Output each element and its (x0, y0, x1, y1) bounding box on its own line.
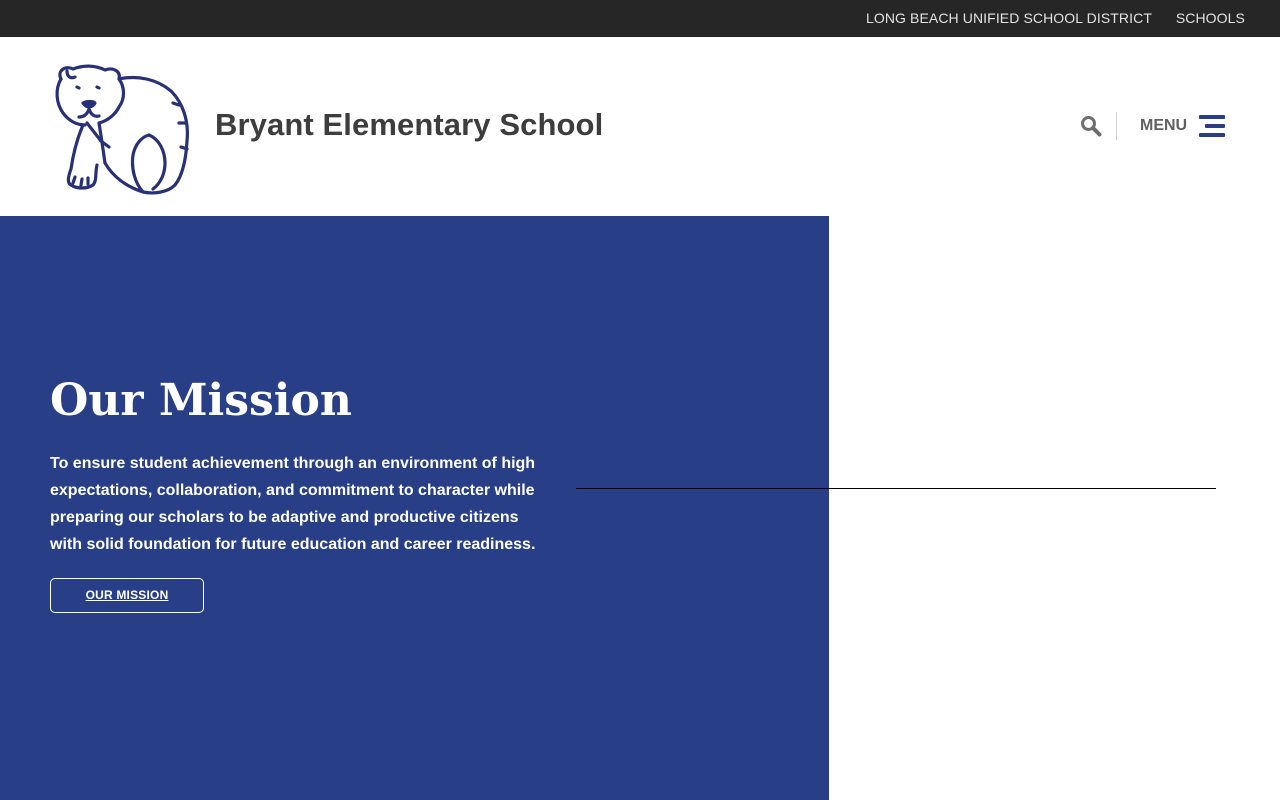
site-header: Bryant Elementary School MENU (0, 37, 1280, 216)
utility-bar: LONG BEACH UNIFIED SCHOOL DISTRICT SCHOO… (0, 0, 1280, 37)
district-link[interactable]: LONG BEACH UNIFIED SCHOOL DISTRICT (866, 10, 1152, 27)
menu-label: MENU (1140, 117, 1188, 134)
mission-text: To ensure student achievement through an… (50, 455, 536, 553)
school-logo[interactable] (53, 63, 191, 197)
our-mission-button[interactable]: OUR MISSION (50, 578, 204, 613)
schools-link[interactable]: SCHOOLS (1176, 10, 1245, 27)
search-icon (1081, 116, 1102, 137)
hamburger-icon (1199, 115, 1225, 137)
hero-divider-line (576, 488, 1216, 489)
polar-bear-icon (55, 64, 189, 195)
search-button[interactable] (1080, 115, 1102, 137)
site-title[interactable]: Bryant Elementary School (215, 107, 603, 143)
menu-button[interactable]: MENU (1140, 114, 1230, 138)
header-divider (1116, 112, 1117, 140)
mission-panel: Our Mission To ensure student achievemen… (0, 216, 829, 800)
mission-heading: Our Mission (50, 375, 352, 426)
